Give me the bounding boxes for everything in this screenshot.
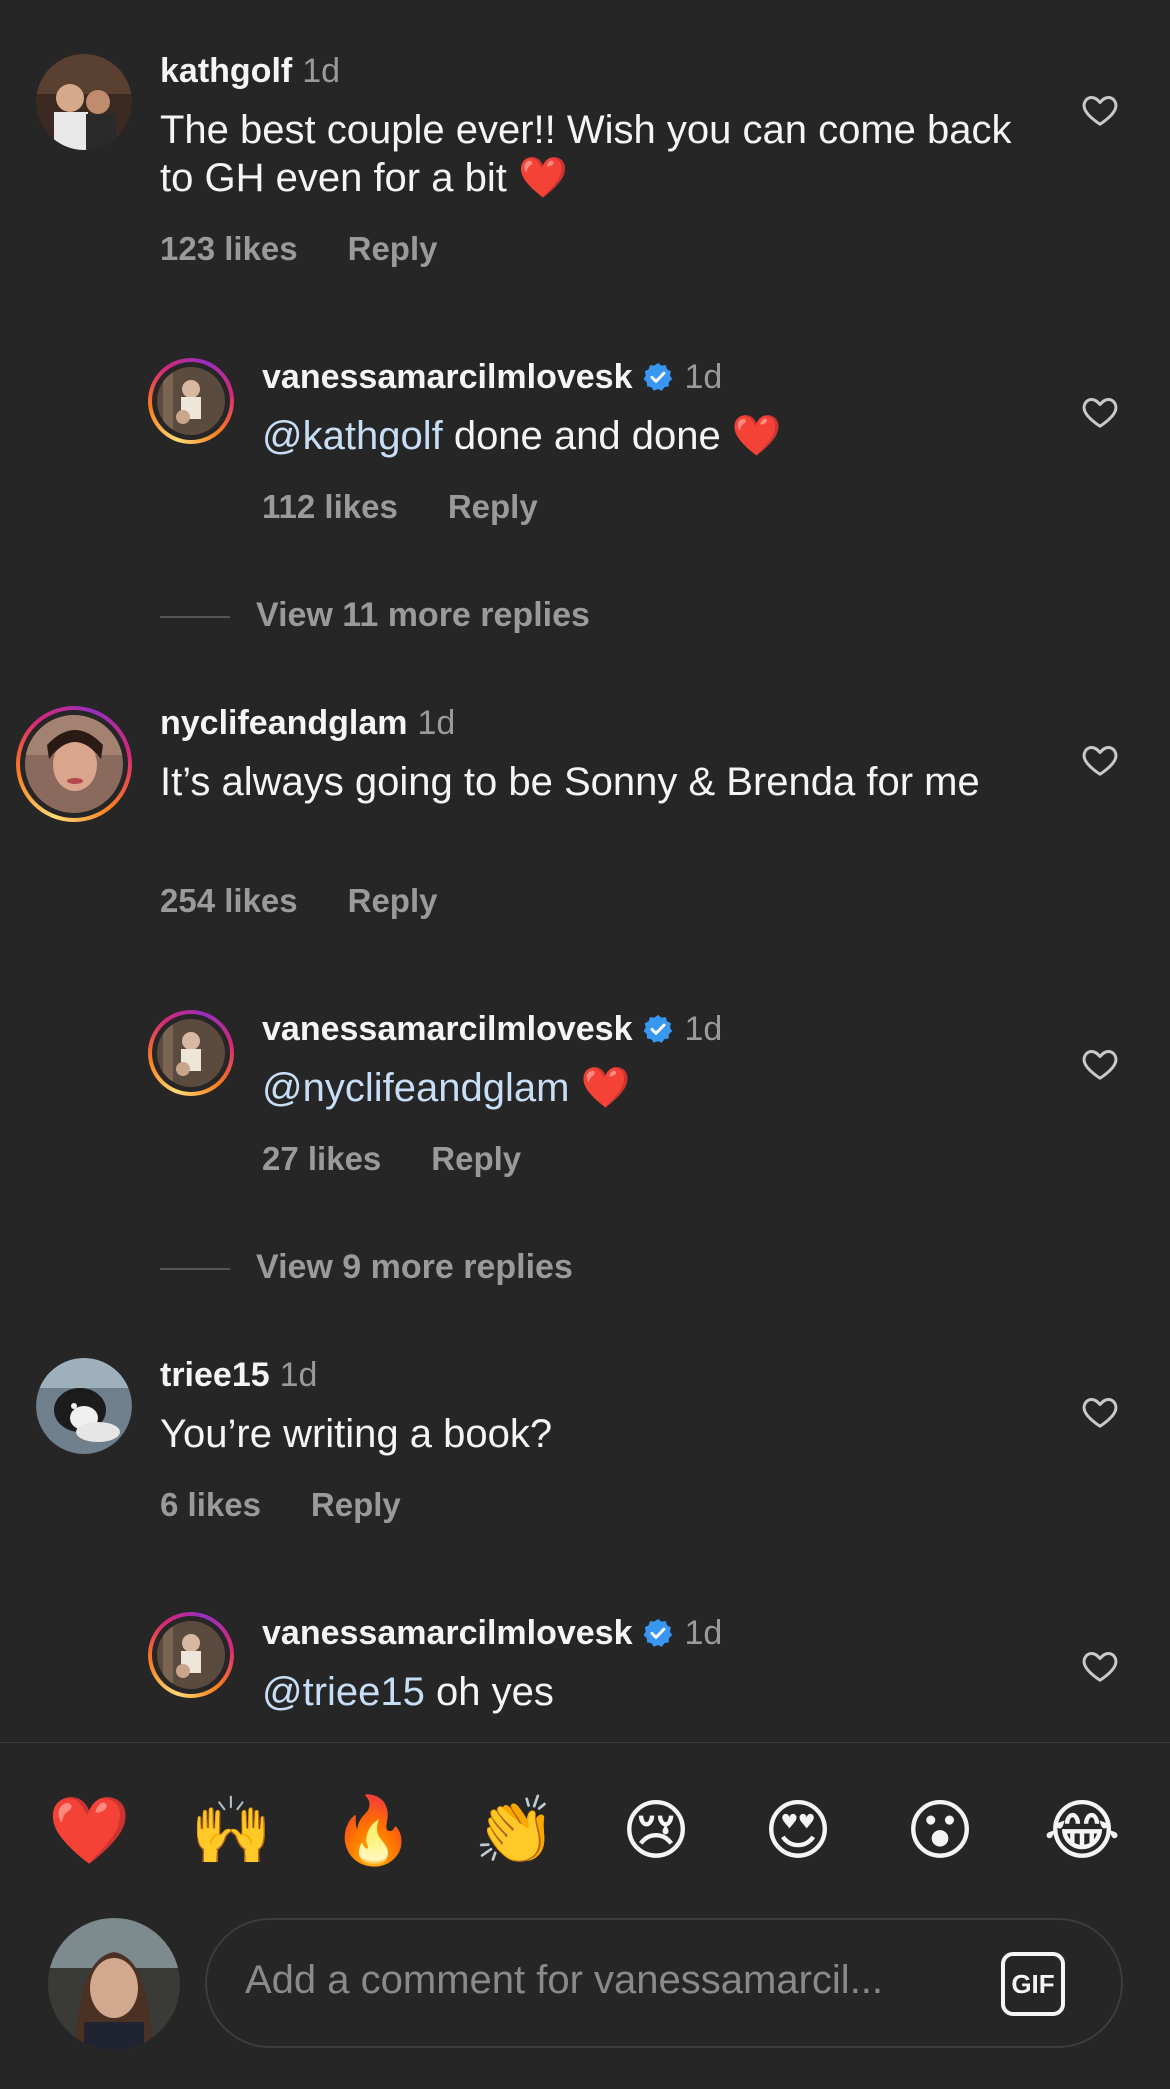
verified-badge-icon	[644, 1619, 673, 1647]
timestamp: 1d	[684, 358, 723, 396]
avatar[interactable]	[148, 1612, 234, 1698]
comment-actions: 123 likes Reply	[160, 230, 438, 268]
reply-button[interactable]: Reply	[348, 230, 438, 267]
comment-text: You’re writing a book?	[160, 1412, 553, 1456]
mention-link[interactable]: @nyclifeandglam	[262, 1066, 569, 1110]
comment-text: @kathgolf done and done ❤️	[262, 414, 782, 458]
red-heart-emoji: ❤️	[731, 414, 782, 458]
divider	[0, 1742, 1170, 1743]
timestamp: 1d	[684, 1010, 723, 1048]
avatar[interactable]	[148, 1010, 234, 1096]
heart-outline-icon[interactable]	[1080, 740, 1120, 780]
username[interactable]: nyclifeandglam	[160, 704, 408, 742]
comment-input-placeholder: Add a comment for vanessamarcil...	[245, 1958, 884, 2002]
username[interactable]: vanessamarcilmlovesk	[262, 358, 632, 396]
reaction-crying-face[interactable]: 😢	[616, 1790, 696, 1870]
likes-count[interactable]: 27 likes	[262, 1140, 381, 1177]
reply-button[interactable]: Reply	[431, 1140, 521, 1177]
reaction-heart-eyes[interactable]: 😍	[758, 1790, 838, 1870]
comments-list[interactable]: kathgolf 1d The best couple ever!! Wish y…	[0, 0, 1170, 1742]
reaction-laughing-face[interactable]: 😂	[1042, 1790, 1122, 1870]
comment-meta: kathgolf 1d	[160, 52, 340, 91]
username[interactable]: vanessamarcilmlovesk	[262, 1010, 632, 1048]
avatar[interactable]	[148, 358, 234, 444]
heart-outline-icon[interactable]	[1080, 1646, 1120, 1686]
avatar[interactable]	[16, 706, 132, 822]
heart-outline-icon[interactable]	[1080, 1044, 1120, 1084]
comment-text: @triee15 oh yes	[262, 1670, 554, 1714]
timestamp: 1d	[684, 1614, 723, 1652]
red-heart-emoji: ❤️	[580, 1066, 631, 1110]
comment-meta: nyclifeandglam 1d	[160, 704, 455, 743]
avatar[interactable]	[36, 1358, 132, 1454]
likes-count[interactable]: 254 likes	[160, 882, 298, 919]
comment-meta: triee15 1d	[160, 1356, 317, 1395]
reaction-red-heart[interactable]: ❤️	[48, 1790, 130, 1870]
current-user-avatar[interactable]	[48, 1918, 180, 2050]
comment-actions: 27 likes Reply	[262, 1140, 521, 1178]
view-more-replies-button[interactable]: View 11 more replies	[160, 596, 590, 635]
avatar[interactable]	[36, 54, 132, 150]
divider-line	[160, 1268, 230, 1271]
heart-outline-icon[interactable]	[1080, 392, 1120, 432]
heart-outline-icon[interactable]	[1080, 1392, 1120, 1432]
view-more-replies-button[interactable]: View 9 more replies	[160, 1248, 573, 1287]
reaction-raising-hands[interactable]: 🙌	[190, 1790, 272, 1870]
username[interactable]: triee15	[160, 1356, 270, 1394]
comment-input[interactable]: Add a comment for vanessamarcil... GIF	[205, 1918, 1123, 2048]
likes-count[interactable]: 6 likes	[160, 1486, 261, 1523]
gif-button[interactable]: GIF	[1001, 1952, 1065, 2016]
quick-reactions-bar: ❤️ 🙌 🔥 👏 😢 😍 😮 😂	[0, 1790, 1170, 1870]
comment-meta: vanessamarcilmlovesk 1d	[262, 358, 722, 397]
comment-text: The best couple ever!! Wish you can come…	[160, 108, 1012, 200]
comment-composer: Add a comment for vanessamarcil... GIF	[0, 1910, 1170, 2050]
comment-text: @nyclifeandglam ❤️	[262, 1064, 1142, 1112]
reply-button[interactable]: Reply	[311, 1486, 401, 1523]
mention-link[interactable]: @kathgolf	[262, 414, 443, 458]
verified-badge-icon	[644, 1015, 673, 1043]
comment-actions: 6 likes Reply	[160, 1486, 401, 1524]
timestamp: 1d	[279, 1356, 318, 1394]
likes-count[interactable]: 123 likes	[160, 230, 298, 267]
heart-outline-icon[interactable]	[1080, 90, 1120, 130]
comment-meta: vanessamarcilmlovesk 1d	[262, 1010, 722, 1049]
comment-text: It’s always going to be Sonny & Brenda f…	[160, 760, 980, 804]
reply-button[interactable]: Reply	[448, 488, 538, 525]
timestamp: 1d	[417, 704, 456, 742]
red-heart-emoji: ❤️	[517, 156, 568, 200]
reply-button[interactable]: Reply	[348, 882, 438, 919]
username[interactable]: kathgolf	[160, 52, 292, 90]
divider-line	[160, 616, 230, 619]
likes-count[interactable]: 112 likes	[262, 488, 398, 525]
timestamp: 1d	[302, 52, 341, 90]
reaction-surprised-face[interactable]: 😮	[900, 1790, 980, 1870]
comment-meta: vanessamarcilmlovesk 1d	[262, 1614, 722, 1653]
username[interactable]: vanessamarcilmlovesk	[262, 1614, 632, 1652]
comment-actions: 254 likes Reply	[160, 882, 438, 920]
reaction-fire[interactable]: 🔥	[332, 1790, 414, 1870]
reaction-clapping-hands[interactable]: 👏	[474, 1790, 556, 1870]
comment-actions: 112 likes Reply	[262, 488, 538, 526]
verified-badge-icon	[644, 363, 673, 391]
mention-link[interactable]: @triee15	[262, 1670, 425, 1714]
